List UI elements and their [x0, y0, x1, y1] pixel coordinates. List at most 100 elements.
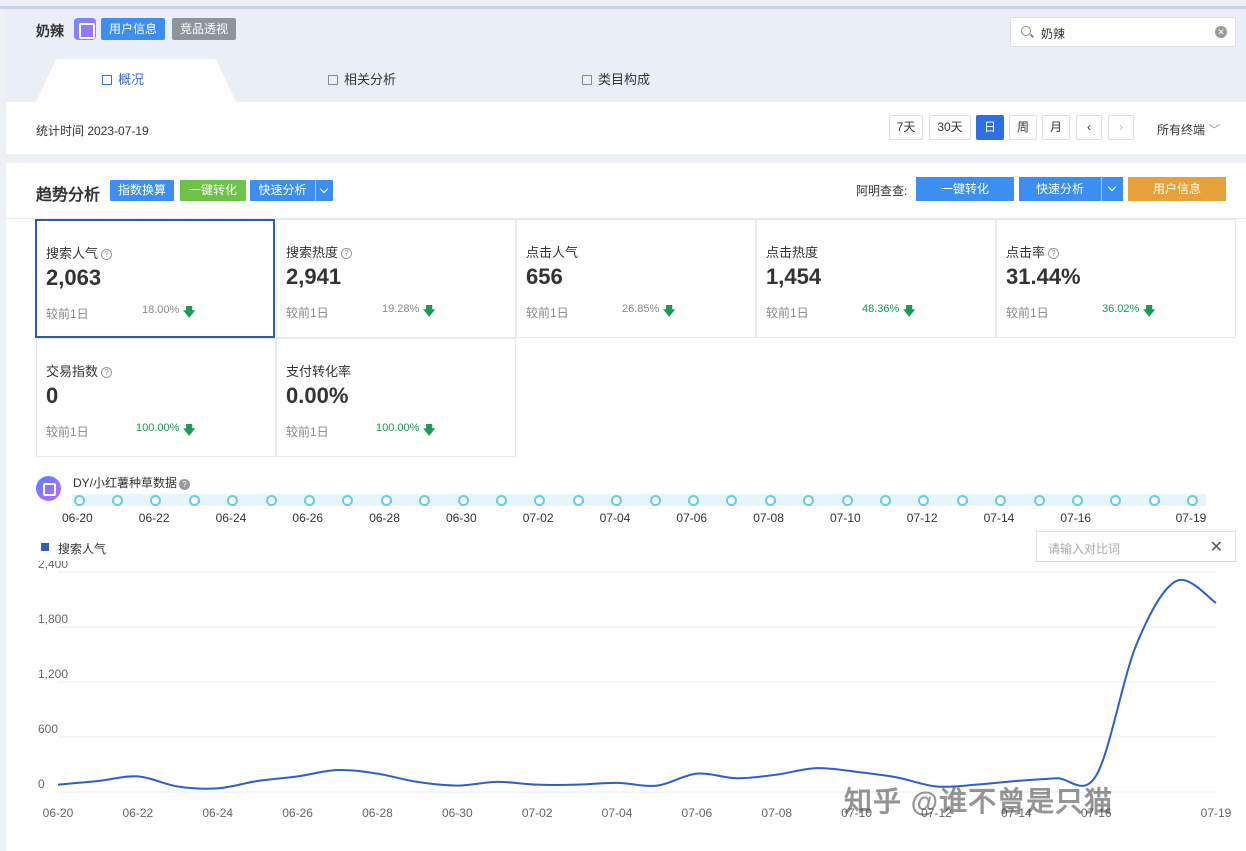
x-tick-label: 07-04	[602, 806, 633, 820]
metric-compare: 较前1日	[286, 425, 329, 439]
help-icon[interactable]: ?	[101, 367, 113, 378]
metric-change: 100.00%	[376, 422, 420, 434]
right-quick-analysis-button[interactable]: 快速分析	[1019, 177, 1123, 201]
timeline-dot[interactable]	[572, 495, 584, 506]
metric-name: 点击人气	[526, 245, 579, 260]
timeline-dot[interactable]	[1148, 495, 1160, 506]
legend-swatch[interactable]	[41, 543, 49, 551]
metric-card-trade-index[interactable]: 交易指数? 0 较前1日 100.00% 🡇	[36, 338, 276, 457]
help-icon[interactable]: ?	[341, 248, 353, 259]
help-icon[interactable]: ?	[179, 479, 191, 490]
metric-compare: 较前1日	[46, 425, 89, 439]
one-click-convert-button[interactable]: 一键转化	[180, 180, 246, 201]
watermark: 知乎 @谁不曾是只猫	[844, 786, 1114, 817]
down-arrow-icon: 🡇	[663, 304, 676, 318]
ming-label: 阿明查查:	[856, 184, 908, 198]
metric-value: 1,454	[766, 264, 822, 289]
search-box[interactable]: 奶辣 ✕	[1010, 17, 1236, 47]
right-quick-label: 快速分析	[1035, 182, 1084, 196]
timeline-dot[interactable]	[457, 495, 469, 506]
timeline-tick-label: 07-14	[983, 511, 1015, 525]
timeline-dot[interactable]	[303, 495, 315, 506]
timeline-dot[interactable]	[956, 495, 968, 506]
chevron-down-icon[interactable]	[1101, 177, 1123, 201]
range-30d-button[interactable]: 30天	[929, 115, 971, 140]
timeline-dot[interactable]	[764, 495, 776, 506]
timeline-dot[interactable]	[111, 495, 123, 506]
tab-category[interactable]: 类目构成	[582, 69, 650, 88]
metric-value: 31.44%	[1006, 264, 1081, 289]
timeline-dot[interactable]	[841, 495, 853, 506]
down-arrow-icon: 🡇	[423, 423, 436, 437]
metric-card-search-popularity[interactable]: 搜索人气? 2,063 较前1日 18.00% 🡇	[35, 219, 275, 338]
timeline-tick-label: 07-02	[522, 511, 554, 525]
metric-card-pay-conversion[interactable]: 支付转化率 0.00% 较前1日 100.00% 🡇	[276, 338, 516, 457]
down-arrow-icon: 🡇	[183, 305, 196, 319]
metric-value: 656	[526, 264, 563, 289]
right-convert-button[interactable]: 一键转化	[916, 177, 1014, 201]
timeline-dot[interactable]	[879, 495, 891, 506]
quick-analysis-button[interactable]: 快速分析	[250, 180, 333, 201]
metric-card-click-popularity[interactable]: 点击人气 656 较前1日 26.85% 🡇	[516, 219, 756, 338]
timeline-dot[interactable]	[649, 495, 661, 506]
metric-change: 18.00%	[142, 304, 180, 316]
range-week-button[interactable]: 周	[1009, 115, 1037, 140]
terminal-select[interactable]: 所有终端 ﹀	[1157, 121, 1220, 138]
trend-card: 趋势分析 指数换算 一键转化 快速分析 阿明查查: 一键转化 快速分析 用户信息…	[6, 163, 1246, 851]
timeline-dot[interactable]	[495, 495, 507, 506]
user-info-tag[interactable]: 用户信息	[101, 18, 166, 40]
right-user-info-button[interactable]: 用户信息	[1128, 177, 1226, 201]
index-convert-button[interactable]: 指数换算	[110, 180, 174, 201]
timeline-tick-label: 07-10	[830, 511, 861, 525]
timeline-tick-label: 06-28	[369, 511, 400, 525]
compare-word-input[interactable]: 请输入对比词 ✕	[1036, 531, 1236, 562]
range-7d-button[interactable]: 7天	[889, 115, 923, 140]
header-card: 奶辣 用户信息 竞品透视 奶辣 ✕ 概况 相关分析 类目构成 统计时间 2023…	[6, 9, 1246, 154]
metric-name: 搜索热度?	[286, 242, 353, 261]
tab-label: 相关分析	[344, 72, 397, 87]
range-day-button[interactable]: 日	[976, 115, 1004, 140]
keyword-title: 奶辣	[36, 23, 64, 39]
chevron-down-icon[interactable]	[315, 180, 333, 201]
compete-tag[interactable]: 竞品透视	[172, 18, 237, 40]
y-tick-label: 600	[38, 722, 58, 736]
search-input-value[interactable]: 奶辣	[1041, 25, 1065, 42]
trend-title: 趋势分析	[36, 187, 101, 204]
timeline-dot[interactable]	[687, 495, 699, 506]
metric-change: 48.36%	[862, 303, 900, 315]
stat-time: 统计时间 2023-07-19	[36, 124, 149, 138]
series-line-search-popularity[interactable]	[57, 578, 1217, 790]
help-icon[interactable]: ?	[1048, 248, 1060, 259]
close-icon[interactable]: ✕	[1210, 537, 1223, 557]
help-icon[interactable]: ?	[101, 249, 113, 260]
down-arrow-icon: 🡇	[1143, 304, 1156, 318]
timeline-dot[interactable]	[265, 495, 277, 506]
metric-name: 点击热度	[766, 245, 819, 260]
legend-label[interactable]: 搜索人气	[58, 540, 106, 557]
next-icon[interactable]: ›	[1108, 115, 1134, 140]
x-tick-label: 06-22	[123, 806, 154, 820]
timeline-tick-label: 07-06	[676, 511, 708, 525]
metric-name: 交易指数?	[46, 361, 113, 380]
metric-compare: 较前1日	[286, 306, 329, 320]
metric-card-search-heat[interactable]: 搜索热度? 2,941 较前1日 19.28% 🡇	[276, 219, 516, 338]
metric-value: 0	[46, 383, 59, 408]
y-tick-label: 0	[38, 777, 45, 791]
timeline-dot[interactable]	[73, 495, 85, 506]
timeline-dot[interactable]	[380, 495, 392, 506]
tab-related-analysis[interactable]: 相关分析	[328, 69, 396, 88]
timeline-tick-label: 06-26	[292, 511, 324, 525]
x-tick-label: 06-26	[282, 806, 313, 820]
timeline-dot[interactable]	[188, 495, 200, 506]
metric-change: 100.00%	[136, 422, 180, 434]
timeline-dot[interactable]	[1033, 495, 1045, 506]
clear-search-icon[interactable]: ✕	[1215, 26, 1227, 38]
timeline-dot[interactable]	[1071, 495, 1083, 506]
range-month-button[interactable]: 月	[1042, 115, 1070, 140]
tab-label: 概况	[118, 72, 145, 87]
prev-icon[interactable]: ‹	[1076, 115, 1102, 140]
tab-overview[interactable]: 概况	[102, 69, 144, 88]
metric-card-ctr[interactable]: 点击率? 31.44% 较前1日 36.02% 🡇	[996, 219, 1236, 338]
metric-card-click-heat[interactable]: 点击热度 1,454 较前1日 48.36% 🡇	[756, 219, 996, 338]
metric-compare: 较前1日	[766, 306, 809, 320]
